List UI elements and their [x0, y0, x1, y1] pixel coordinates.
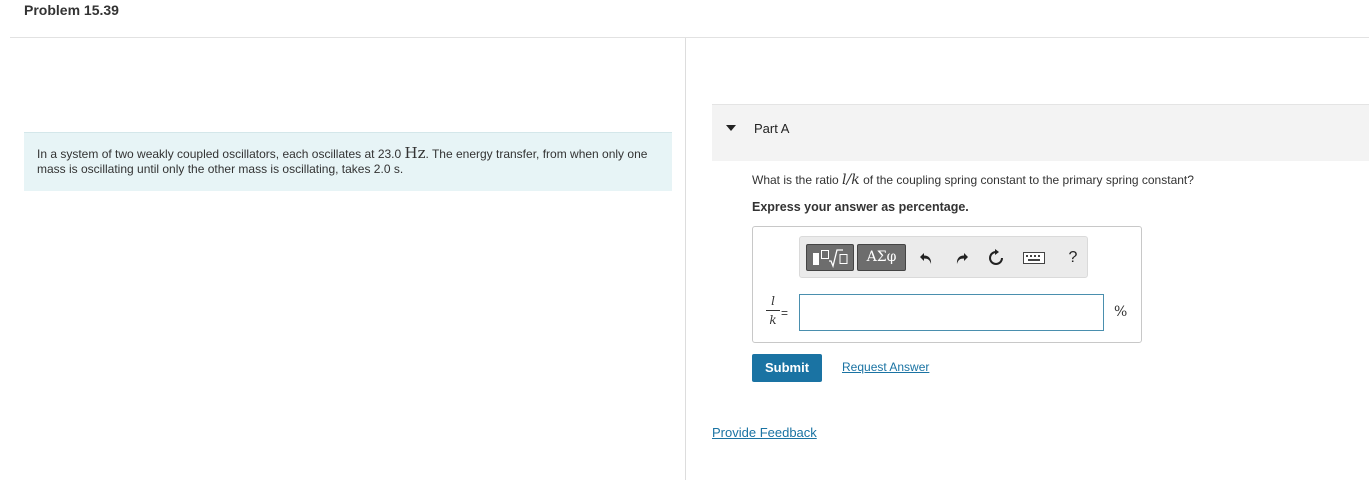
undo-icon[interactable] [915, 244, 939, 271]
units-label: % [1114, 304, 1128, 320]
fraction-denominator: k [769, 313, 777, 327]
request-answer-link[interactable]: Request Answer [842, 360, 929, 374]
symbols-button[interactable]: ΑΣφ [857, 244, 906, 271]
redo-icon[interactable] [949, 244, 973, 271]
intro-frequency-value: 23.0 [377, 147, 402, 161]
submit-button[interactable]: Submit [752, 354, 822, 382]
equals-sign: = [781, 306, 789, 320]
caret-down-icon[interactable] [726, 125, 736, 131]
templates-icon [813, 249, 848, 269]
problem-title: Problem 15.39 [24, 2, 119, 18]
intro-frequency-unit: Hz [404, 144, 426, 162]
question-text: What is the ratio l/k of the coupling sp… [752, 172, 1194, 188]
part-a-title[interactable]: Part A [754, 121, 789, 136]
fraction-bar [766, 310, 780, 311]
answer-fraction-label: l k [766, 294, 780, 327]
question-before: What is the ratio [752, 173, 843, 187]
reset-icon[interactable] [984, 244, 1008, 271]
header-divider [10, 37, 1369, 38]
intro-text-before: In a system of two weakly coupled oscill… [37, 147, 378, 161]
math-toolbar: ΑΣφ ? [799, 236, 1088, 278]
keyboard-icon[interactable] [1019, 244, 1049, 271]
fraction-numerator: l [771, 294, 775, 308]
answer-input[interactable] [799, 294, 1104, 331]
provide-feedback-link[interactable]: Provide Feedback [712, 425, 817, 440]
part-a-header[interactable]: Part A [712, 104, 1369, 161]
templates-button[interactable] [806, 244, 854, 271]
help-icon[interactable]: ? [1061, 244, 1085, 271]
answer-panel: ΑΣφ ? l k = % [752, 226, 1142, 343]
answer-instruction: Express your answer as percentage. [752, 200, 969, 214]
question-after: of the coupling spring constant to the p… [859, 173, 1194, 187]
column-divider [685, 38, 686, 480]
problem-intro: In a system of two weakly coupled oscill… [24, 132, 672, 191]
question-ratio: l/k [842, 172, 860, 188]
